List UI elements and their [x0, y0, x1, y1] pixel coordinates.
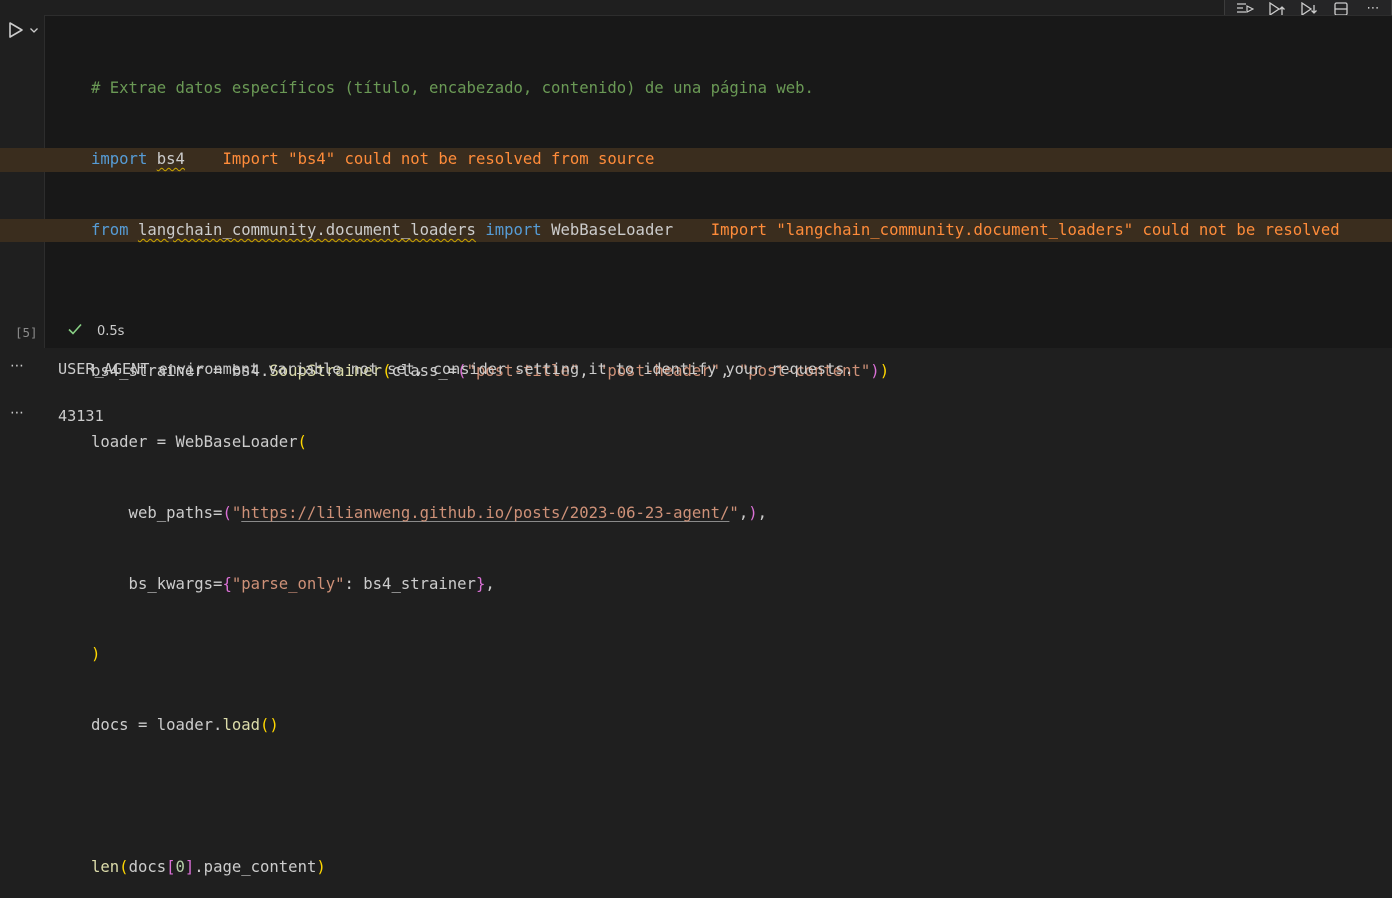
execution-time: 0.5s [97, 323, 125, 339]
stderr-output: USER_AGENT environment variable not set,… [58, 360, 854, 378]
code-token: docs [128, 857, 167, 876]
code-token: load [222, 716, 260, 735]
code-token: docs = loader. [91, 716, 223, 735]
output-actions-icon[interactable]: ⋯ [10, 405, 24, 421]
code-token: [ [166, 857, 176, 876]
execute-below-icon[interactable] [1295, 0, 1323, 16]
split-cell-icon[interactable] [1327, 0, 1355, 16]
inline-warning-langchain: Import "langchain_community.document_loa… [710, 220, 1340, 239]
inline-warning-bs4: Import "bs4" could not be resolved from … [222, 149, 655, 168]
module-langchain: langchain_community.document_loaders [137, 220, 476, 239]
code-token: ) [870, 362, 880, 381]
code-token: ) [316, 857, 326, 876]
code-token: () [260, 716, 279, 735]
run-cell-button[interactable] [4, 20, 40, 40]
code-token: ) [91, 645, 101, 664]
code-token: len [91, 857, 120, 876]
code-line-3: from langchain_community.document_loader… [0, 218, 1392, 243]
code-content[interactable]: # Extrae datos específicos (título, enca… [0, 30, 1392, 898]
code-string: " [729, 503, 739, 522]
url-link[interactable]: https://lilianweng.github.io/posts/2023-… [241, 504, 729, 522]
code-line-9: ) [91, 643, 1392, 667]
code-token: ] [184, 857, 195, 876]
code-token: web_paths= [91, 503, 223, 522]
code-line-6: loader = WebBaseLoader( [91, 431, 1392, 455]
code-number: 0 [175, 857, 185, 876]
code-line-7: web_paths=("https://lilianweng.github.io… [91, 502, 1392, 526]
code-line-8: bs_kwargs={"parse_only": bs4_strainer}, [91, 573, 1392, 597]
webbaseloader-name: WebBaseLoader [551, 220, 674, 239]
import-keyword: import [91, 149, 148, 168]
code-token: ( [222, 503, 232, 522]
code-string: " [231, 503, 242, 522]
code-token: , [485, 574, 495, 593]
code-token: { [222, 574, 232, 593]
code-token: loader = WebBaseLoader [91, 433, 298, 452]
import-keyword-2: import [485, 220, 542, 239]
code-line-2: import bs4 Import "bs4" could not be res… [0, 147, 1392, 172]
execute-above-icon[interactable] [1263, 0, 1291, 16]
code-line-10: docs = loader.load() [91, 714, 1392, 738]
code-token: , [757, 503, 767, 522]
code-token: , [738, 503, 749, 522]
check-icon [67, 322, 83, 340]
code-line-12: len(docs[0].page_content) [91, 856, 1392, 880]
more-actions-icon[interactable]: ⋯ [1359, 0, 1387, 16]
code-token: bs_kwargs= [91, 574, 223, 593]
code-token: } [475, 574, 486, 593]
code-token: ) [748, 503, 758, 522]
code-token: ) [879, 362, 890, 381]
code-token: : bs4_strainer [344, 574, 476, 593]
module-bs4: bs4 [156, 149, 185, 168]
result-output: 43131 [58, 407, 104, 425]
code-token: .page_content [194, 857, 317, 876]
code-string: "parse_only" [231, 574, 345, 593]
output-actions-icon[interactable]: ⋯ [10, 358, 24, 374]
execution-count: [5] [15, 325, 38, 340]
execution-status: 0.5s [67, 322, 124, 340]
from-keyword: from [91, 220, 129, 239]
code-line-1: # Extrae datos específicos (título, enca… [91, 77, 1392, 101]
code-token: ( [119, 857, 129, 876]
chevron-down-icon[interactable] [28, 24, 40, 36]
run-icon [4, 20, 26, 40]
run-by-line-icon[interactable] [1231, 0, 1259, 16]
code-token: ( [297, 433, 307, 452]
code-comment: # Extrae datos específicos (título, enca… [91, 79, 814, 98]
